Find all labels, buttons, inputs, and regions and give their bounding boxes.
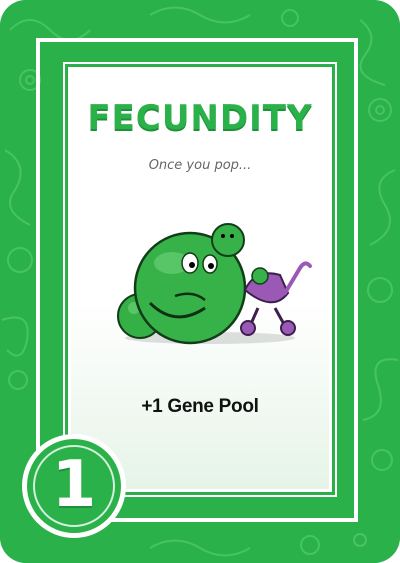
cost-value: 1: [51, 448, 97, 522]
card-title: FECUNDITY: [87, 98, 313, 138]
blob-family-illustration: [117, 223, 312, 345]
card-effect: +1 Gene Pool: [141, 396, 259, 417]
game-card[interactable]: FECUNDITY Once you pop... +1 Gene Pool 1: [0, 0, 400, 563]
flavor-text: Once you pop...: [148, 158, 252, 173]
